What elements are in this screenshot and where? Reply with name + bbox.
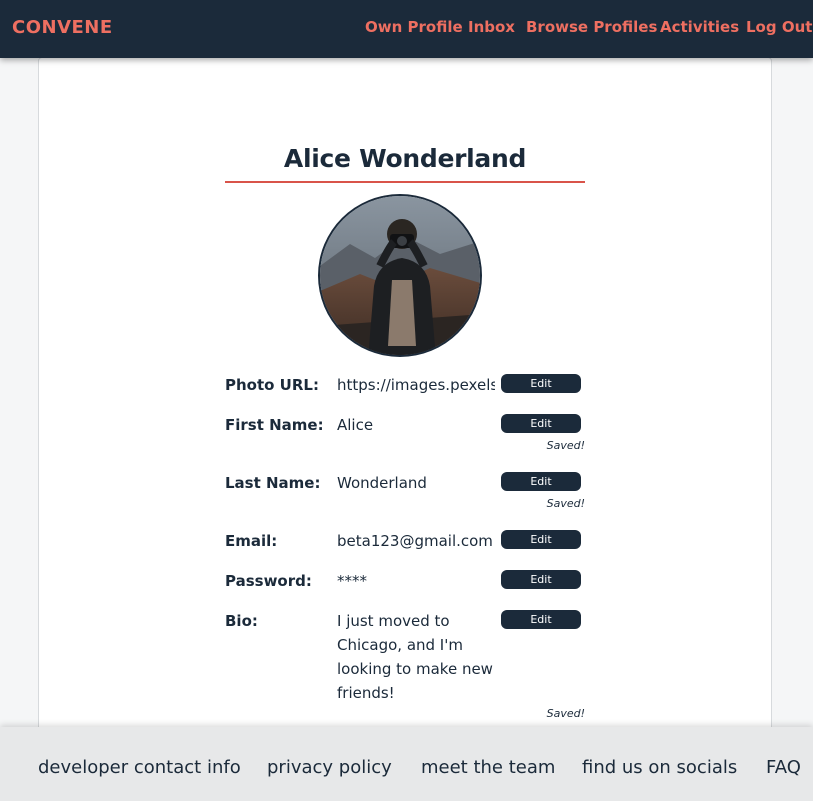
first-name-label: First Name: (225, 416, 324, 434)
edit-photo-url-button[interactable]: Edit (501, 374, 581, 393)
email-label: Email: (225, 532, 278, 550)
bio-value: I just moved to Chicago, and I'm looking… (337, 612, 493, 702)
email-value: beta123@gmail.com (337, 532, 493, 550)
last-name-saved-status: Saved! (546, 497, 585, 510)
page-footer: developer contact info privacy policy me… (0, 727, 813, 801)
profile-name-heading: Alice Wonderland (283, 144, 527, 173)
photo-url-label: Photo URL: (225, 376, 319, 394)
nav-activities[interactable]: Activities (660, 18, 739, 36)
nav-inbox[interactable]: Inbox (468, 18, 515, 36)
edit-first-name-button[interactable]: Edit (501, 414, 581, 433)
nav-own-profile[interactable]: Own Profile (365, 18, 463, 36)
top-navbar: CONVENE Own Profile Inbox Browse Profile… (0, 0, 813, 58)
footer-socials-link[interactable]: find us on socials (582, 757, 737, 778)
profile-avatar (318, 194, 482, 357)
first-name-value: Alice (337, 416, 374, 434)
bio-saved-status: Saved! (546, 707, 585, 720)
heading-divider (225, 181, 585, 183)
first-name-saved-status: Saved! (546, 439, 585, 452)
photo-url-value: https://images.pexels.c (337, 376, 495, 394)
nav-log-out[interactable]: Log Out (746, 18, 812, 36)
last-name-label: Last Name: (225, 474, 321, 492)
edit-password-button[interactable]: Edit (501, 570, 581, 589)
main-nav: Own Profile Inbox Browse Profiles Activi… (0, 18, 813, 38)
footer-privacy-policy-link[interactable]: privacy policy (267, 757, 392, 778)
bio-label: Bio: (225, 612, 258, 630)
password-label: Password: (225, 572, 312, 590)
password-value: **** (337, 572, 367, 590)
footer-meet-the-team-link[interactable]: meet the team (421, 757, 555, 778)
footer-developer-contact-link[interactable]: developer contact info (38, 757, 241, 778)
footer-faq-link[interactable]: FAQ (766, 757, 801, 778)
edit-last-name-button[interactable]: Edit (501, 472, 581, 491)
last-name-value: Wonderland (337, 474, 427, 492)
nav-browse-profiles[interactable]: Browse Profiles (526, 18, 657, 36)
edit-bio-button[interactable]: Edit (501, 610, 581, 629)
edit-email-button[interactable]: Edit (501, 530, 581, 549)
profile-photo-image (320, 196, 480, 355)
